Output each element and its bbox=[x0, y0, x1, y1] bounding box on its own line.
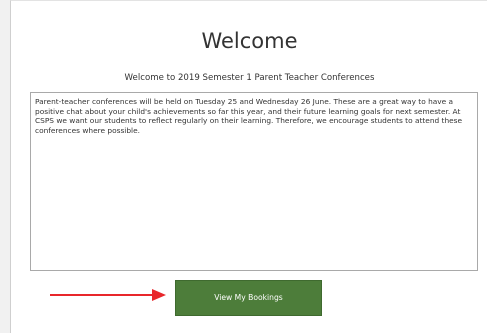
page: Welcome Welcome to 2019 Semester 1 Paren… bbox=[0, 0, 487, 333]
welcome-message-box: Parent-teacher conferences will be held … bbox=[30, 92, 478, 271]
page-title: Welcome bbox=[201, 29, 298, 53]
red-arrow-annotation-icon bbox=[50, 289, 166, 301]
page-subtitle: Welcome to 2019 Semester 1 Parent Teache… bbox=[124, 73, 375, 83]
view-my-bookings-button[interactable]: View My Bookings bbox=[175, 280, 322, 316]
